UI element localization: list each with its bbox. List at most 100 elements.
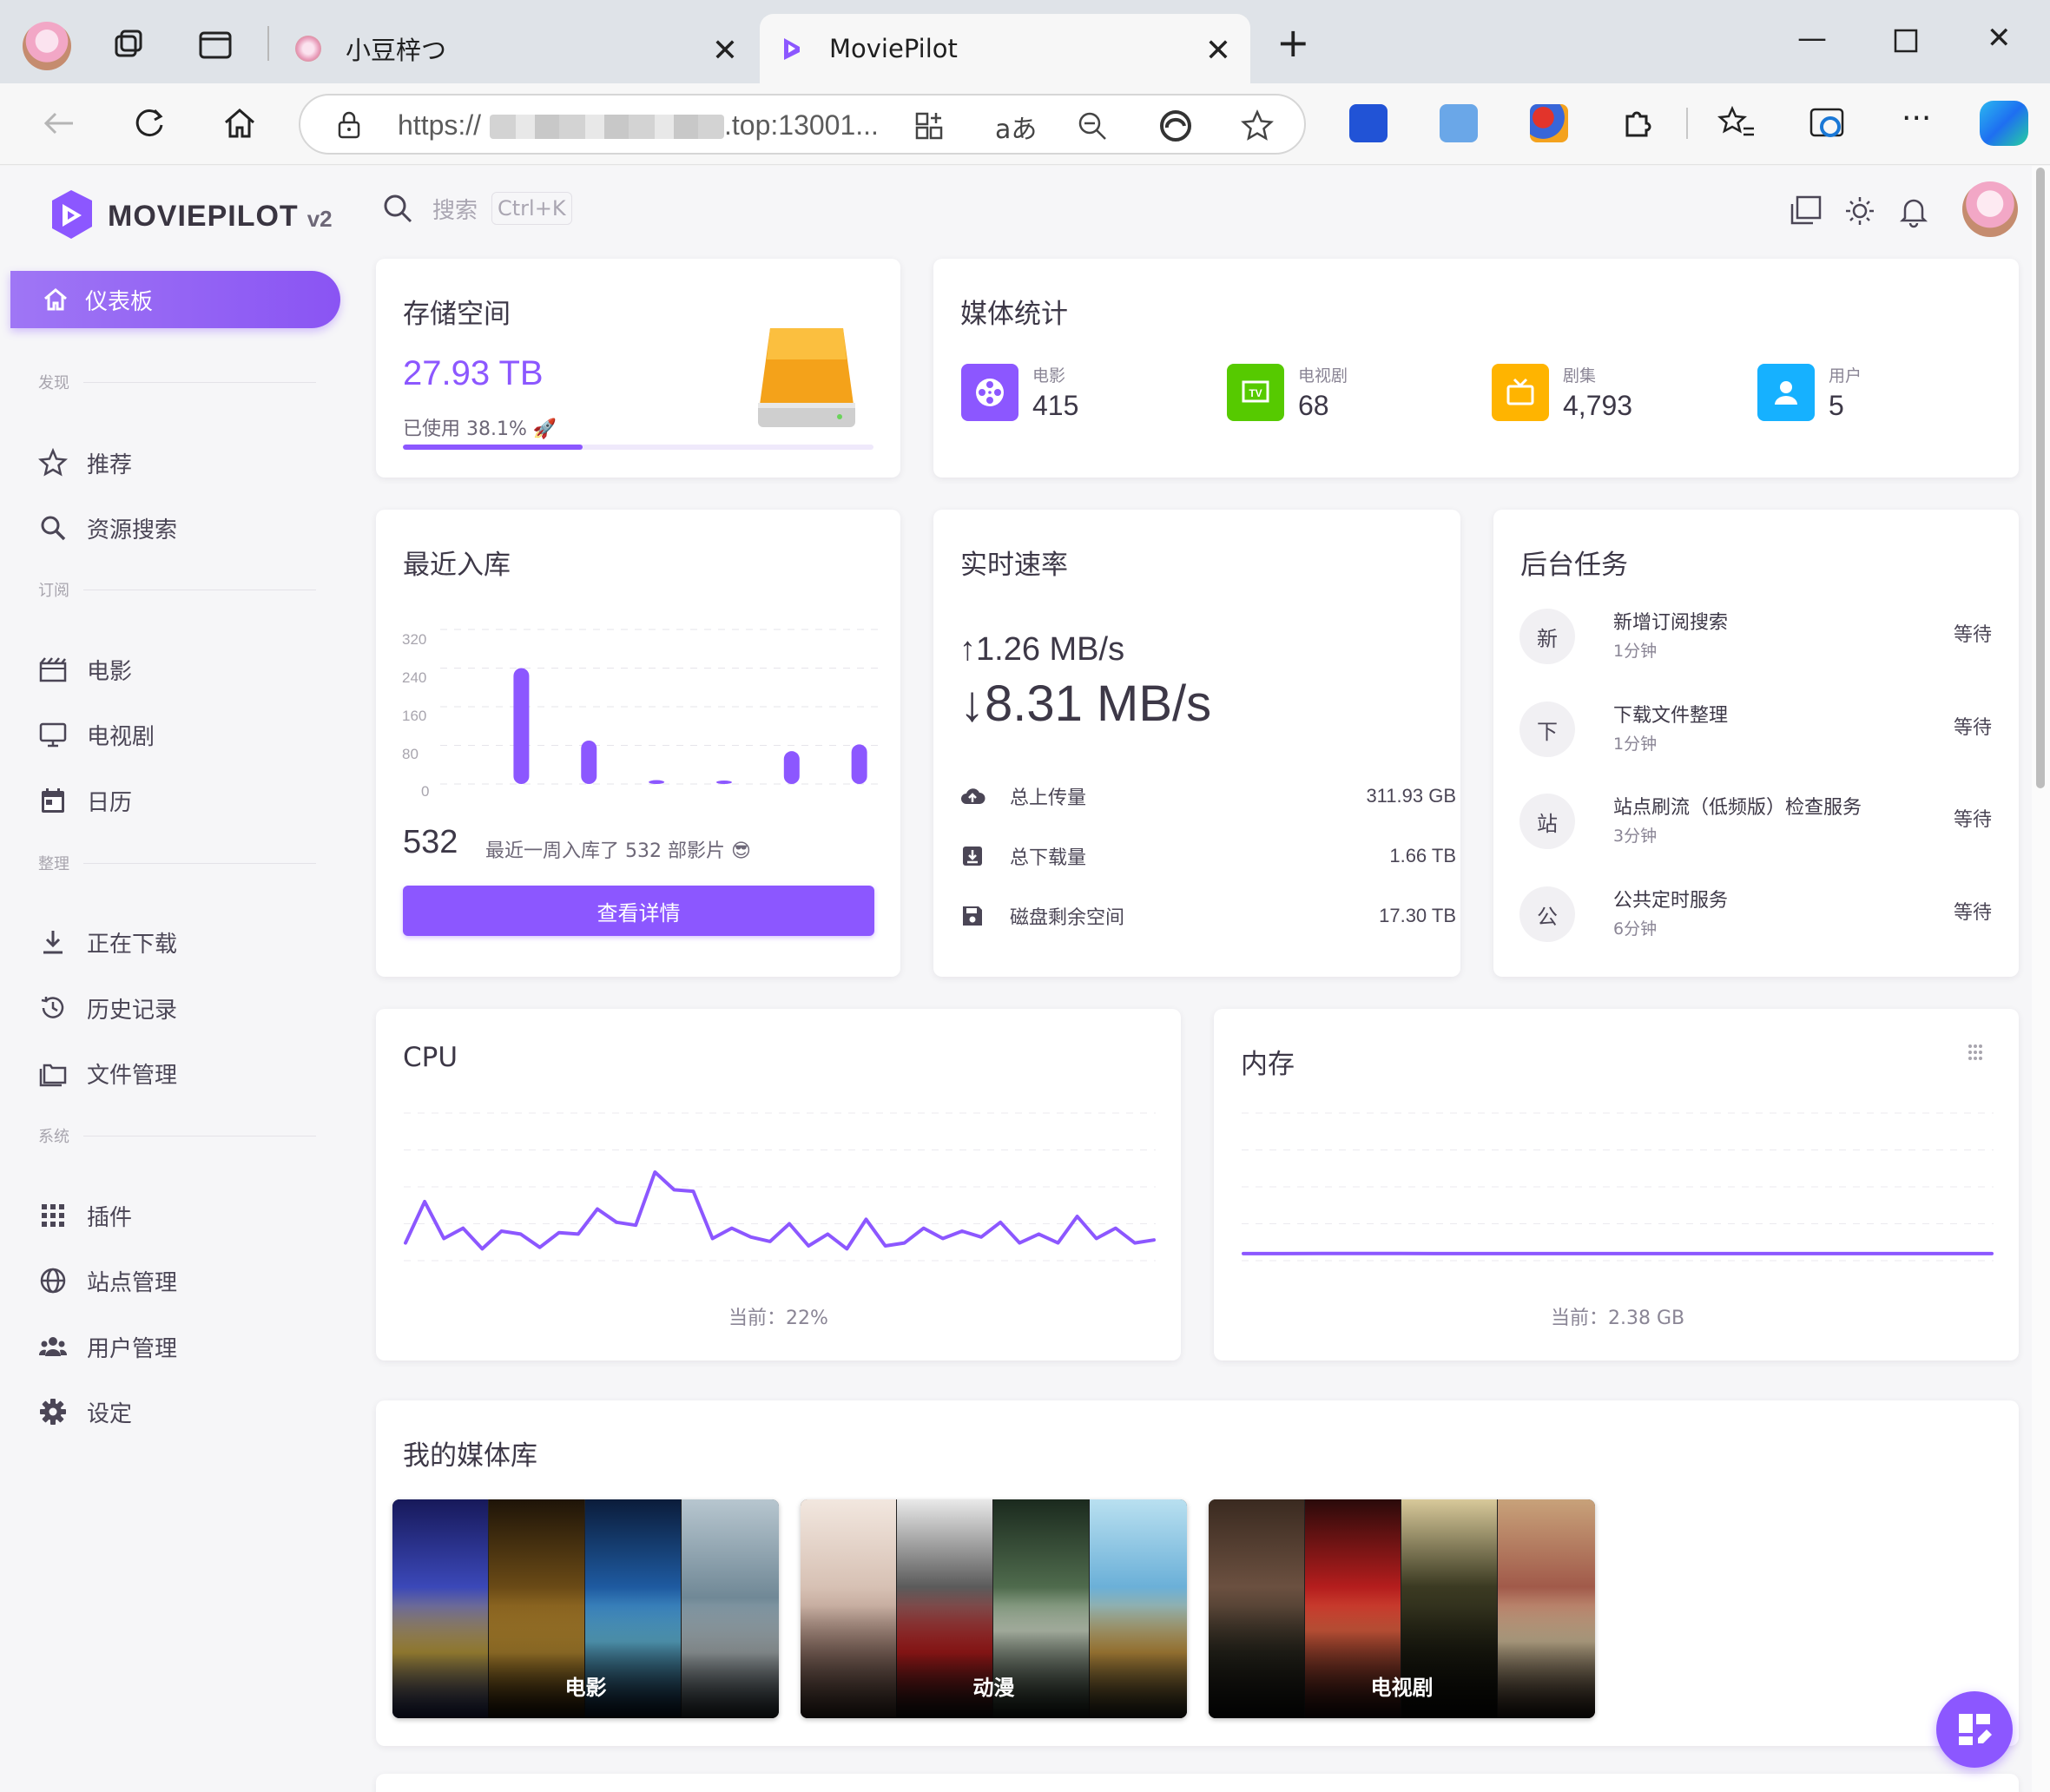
task-name: 下载文件整理: [1613, 705, 1729, 727]
app-available-icon[interactable]: [913, 110, 945, 142]
sidebar-item-sites[interactable]: 站点管理: [38, 1259, 177, 1302]
task-item: 下 下载文件整理 1分钟 等待: [1519, 700, 1992, 761]
back-icon[interactable]: [38, 102, 80, 144]
browser-toolbar: https:// .top:13001... aあ ···: [0, 83, 2050, 165]
sidebar-item-history[interactable]: 历史记录: [38, 986, 177, 1030]
bar: [715, 781, 732, 784]
theme-brightness-icon[interactable]: [1842, 194, 1877, 228]
refresh-icon[interactable]: [129, 102, 170, 144]
recent-description: 最近一周入库了 532 部影片 😎: [485, 840, 751, 862]
svg-text:TV: TV: [1249, 387, 1262, 399]
copilot-icon[interactable]: [1980, 101, 2028, 146]
extensions-puzzle-icon[interactable]: [1618, 104, 1657, 142]
cpu-card: CPU 当前：22%: [376, 1009, 1181, 1360]
view-details-button[interactable]: 查看详情: [403, 886, 874, 936]
sidebar-item-movie[interactable]: 电影: [38, 648, 132, 691]
library-tv[interactable]: 电视剧: [1209, 1499, 1595, 1718]
memory-title: 内存: [1241, 1049, 1295, 1080]
more-icon[interactable]: ···: [1902, 101, 1931, 136]
logo[interactable]: MOVIEPILOT v2: [45, 188, 333, 244]
window-close-icon[interactable]: ✕: [1987, 21, 2012, 56]
tab-divider: [267, 26, 269, 61]
media-stats-title: 媒体统计: [960, 299, 1068, 330]
minimize-icon[interactable]: —: [1797, 21, 1827, 56]
dashboard-settings-button[interactable]: [1936, 1691, 2013, 1768]
stat-value: 4,793: [1563, 390, 1633, 421]
workspaces-icon[interactable]: [109, 26, 148, 64]
scrollbar-thumb[interactable]: [2036, 168, 2045, 788]
sidebar-item-resource-search[interactable]: 资源搜索: [38, 506, 177, 550]
sidebar-item-calendar[interactable]: 日历: [38, 779, 132, 822]
drag-handle-icon[interactable]: [1966, 1042, 1985, 1068]
url-prefix: https://: [398, 109, 482, 141]
library-label: 电影: [564, 1676, 607, 1700]
sidebar-item-tv[interactable]: 电视剧: [38, 713, 155, 756]
y-tick-label: 0: [421, 783, 430, 800]
address-bar[interactable]: https:// .top:13001... aあ: [299, 94, 1306, 155]
bell-icon[interactable]: [1896, 194, 1931, 228]
global-search[interactable]: 搜索 Ctrl+K: [382, 192, 572, 225]
favorite-star-icon[interactable]: [1240, 109, 1275, 143]
lock-icon[interactable]: [335, 110, 363, 140]
url-redacted: [490, 115, 724, 139]
library-movies[interactable]: 电影: [392, 1499, 779, 1718]
edge-icon[interactable]: [1158, 109, 1193, 143]
extension-icon[interactable]: [1440, 104, 1478, 142]
sidebar-item-settings[interactable]: 设定: [38, 1390, 132, 1433]
library-anime[interactable]: 动漫: [801, 1499, 1187, 1718]
toolbar-divider: [1686, 108, 1688, 139]
extension-icon[interactable]: [1530, 104, 1568, 142]
film-reel-icon: [961, 364, 1018, 421]
globe-icon: [40, 1268, 66, 1294]
sidebar-item-label: 仪表板: [85, 288, 154, 315]
memory-line-chart: [1242, 1112, 1994, 1262]
user-avatar[interactable]: [1962, 181, 2018, 237]
ie-mode-icon[interactable]: [1808, 104, 1846, 142]
library-label: 动漫: [972, 1676, 1015, 1700]
page-scrollbar[interactable]: [2032, 166, 2050, 1792]
media-stats-card: 媒体统计 电影 415 TV 电视剧 68 剧集 4,793 用户 5: [933, 259, 2019, 478]
close-icon[interactable]: ✕: [1205, 33, 1231, 69]
bar: [851, 744, 867, 784]
profile-avatar[interactable]: [23, 22, 71, 70]
recent-card: 最近入库 320 240 160 80 0 532 最近一周入库了 532 部影…: [376, 510, 900, 977]
browser-tab-bar: 小豆梓つ ✕ MoviePilot ✕ + — ✕: [0, 0, 2050, 83]
maximize-icon[interactable]: [1893, 28, 1919, 54]
speed-card: 实时速率 ↑1.26 MB/s ↓8.31 MB/s 总上传量 311.93 GB…: [933, 510, 1460, 977]
section-organize: 整理: [38, 852, 316, 874]
sidebar-item-users[interactable]: 用户管理: [38, 1325, 177, 1368]
logo-version: v2: [307, 205, 333, 232]
library-label: 电视剧: [1370, 1676, 1434, 1700]
copy-window-icon[interactable]: [1789, 194, 1823, 228]
monitor-icon: [39, 722, 67, 748]
sidebar-item-downloading[interactable]: 正在下载: [38, 920, 177, 964]
gear-icon: [40, 1399, 66, 1425]
task-avatar: 新: [1519, 609, 1575, 664]
library-title: 我的媒体库: [403, 1440, 537, 1472]
home-icon[interactable]: [219, 102, 260, 144]
zoom-out-icon[interactable]: [1077, 110, 1108, 142]
task-status: 等待: [1953, 624, 1992, 646]
cpu-title: CPU: [403, 1042, 458, 1073]
bar: [649, 780, 665, 784]
task-item: 新 新增订阅搜索 1分钟 等待: [1519, 607, 1992, 668]
tab-inactive[interactable]: 小豆梓つ ✕: [276, 14, 757, 83]
favorites-icon[interactable]: [1717, 104, 1756, 142]
sidebar-item-file-manager[interactable]: 文件管理: [38, 1051, 177, 1095]
folder-icon: [39, 1064, 67, 1087]
translate-icon[interactable]: aあ: [995, 108, 1037, 146]
sidebar-item-plugins[interactable]: 插件: [38, 1194, 132, 1237]
stat-tv: TV 电视剧 68: [1227, 363, 1348, 422]
sidebar-item-recommend[interactable]: 推荐: [38, 441, 132, 484]
tab-active[interactable]: MoviePilot ✕: [760, 14, 1250, 83]
stat-episodes: 剧集 4,793: [1492, 363, 1632, 422]
stat-value: 68: [1298, 390, 1329, 421]
new-tab-icon[interactable]: +: [1276, 19, 1310, 66]
vertical-tabs-icon[interactable]: [196, 26, 234, 64]
stat-value: 5: [1829, 390, 1844, 421]
storage-card: 存储空间 27.93 TB 已使用 38.1% 🚀: [376, 259, 900, 478]
close-icon[interactable]: ✕: [712, 33, 738, 69]
extension-icon[interactable]: [1349, 104, 1388, 142]
sidebar-item-dashboard[interactable]: 仪表板: [10, 271, 340, 328]
retro-tv-icon: [1492, 364, 1549, 421]
